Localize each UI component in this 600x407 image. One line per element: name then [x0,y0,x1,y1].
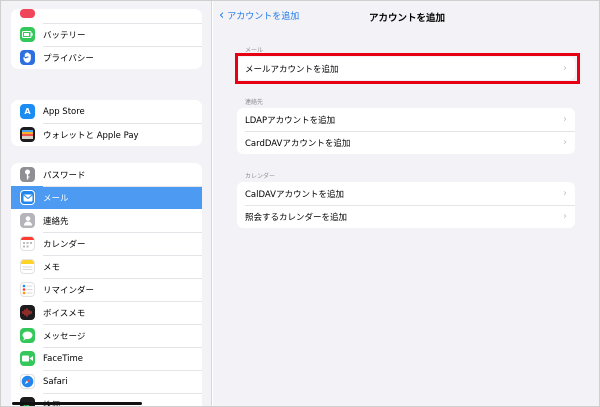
chevron-right-icon: › [563,188,567,199]
sidebar-item-partial[interactable] [11,9,202,23]
back-button-label: アカウントを追加 [227,12,300,22]
contacts-section: LDAPアカウントを追加 › CardDAVアカウントを追加 › [237,108,575,154]
sidebar-item-notes[interactable]: メモ [11,255,202,278]
app-store-icon: A [20,104,35,119]
sidebar-group-top: バッテリー プライバシー [11,9,202,69]
sidebar-item-voice-memos[interactable]: ボイスメモ [11,301,202,324]
add-mail-account-row[interactable]: メールアカウントを追加 › [237,57,575,80]
sidebar-item-messages[interactable]: メッセージ [11,324,202,347]
key-icon [20,167,35,182]
chevron-left-icon: ‹ [219,7,225,23]
sidebar-item-privacy[interactable]: プライバシー [11,46,202,69]
hand-icon [20,50,35,65]
settings-sidebar: 設定 バッテリー プライバシー A [1,1,212,406]
safari-icon [20,374,35,389]
calendar-icon [20,236,35,251]
add-carddav-account-label: CardDAVアカウントを追加 [245,138,351,149]
add-mail-account-label: メールアカウントを追加 [245,64,339,75]
section-label-contacts: 連絡先 [245,99,264,106]
voice-memo-icon [20,305,35,320]
home-indicator [12,402,142,405]
sidebar-item-wallet[interactable]: ウォレットと Apple Pay [11,123,202,146]
wallet-icon [20,127,35,142]
facetime-icon [20,351,35,366]
sidebar-item-app-store[interactable]: A App Store [11,100,202,123]
messages-icon [20,328,35,343]
chevron-right-icon: › [563,114,567,125]
sidebar-item-calendar[interactable]: カレンダー [11,232,202,255]
add-ldap-account-label: LDAPアカウントを追加 [245,115,336,126]
reminders-icon [20,282,35,297]
calendar-section: CalDAVアカウントを追加 › 照会するカレンダーを追加 › [237,182,575,228]
section-label-calendar: カレンダー [245,173,276,180]
sidebar-item-mail[interactable]: メール [11,186,202,209]
sidebar-item-battery[interactable]: バッテリー [11,23,202,46]
sidebar-group-apps: パスワード メール 連絡先 カレンダー メモ リマインダー ボイスメモ メッセー… [11,163,202,406]
add-subscribed-calendar-row[interactable]: 照会するカレンダーを追加 › [237,205,575,228]
sidebar-item-facetime[interactable]: FaceTime [11,347,202,370]
notes-icon [20,259,35,274]
generic-icon [20,9,35,18]
add-subscribed-calendar-label: 照会するカレンダーを追加 [245,212,348,223]
sidebar-item-contacts[interactable]: 連絡先 [11,209,202,232]
sidebar-item-reminders[interactable]: リマインダー [11,278,202,301]
chevron-right-icon: › [563,137,567,148]
mail-icon [20,190,35,205]
add-carddav-account-row[interactable]: CardDAVアカウントを追加 › [237,131,575,154]
contacts-icon [20,213,35,228]
chevron-right-icon: › [563,211,567,222]
add-account-pane: ‹ アカウントを追加 アカウントを追加 メール メールアカウントを追加 › 連絡… [213,1,599,406]
section-label-mail: メール [245,47,264,54]
add-ldap-account-row[interactable]: LDAPアカウントを追加 › [237,108,575,131]
sidebar-item-passwords[interactable]: パスワード [11,163,202,186]
screen: 設定 バッテリー プライバシー A [0,0,600,407]
battery-icon [20,27,35,42]
add-caldav-account-row[interactable]: CalDAVアカウントを追加 › [237,182,575,205]
sidebar-group-store: A App Store ウォレットと Apple Pay [11,100,202,146]
sidebar-item-safari[interactable]: Safari [11,370,202,393]
chevron-right-icon: › [563,63,567,74]
mail-section: メールアカウントを追加 › [237,57,575,80]
back-button[interactable]: ‹ アカウントを追加 [219,7,300,23]
add-caldav-account-label: CalDAVアカウントを追加 [245,189,344,200]
